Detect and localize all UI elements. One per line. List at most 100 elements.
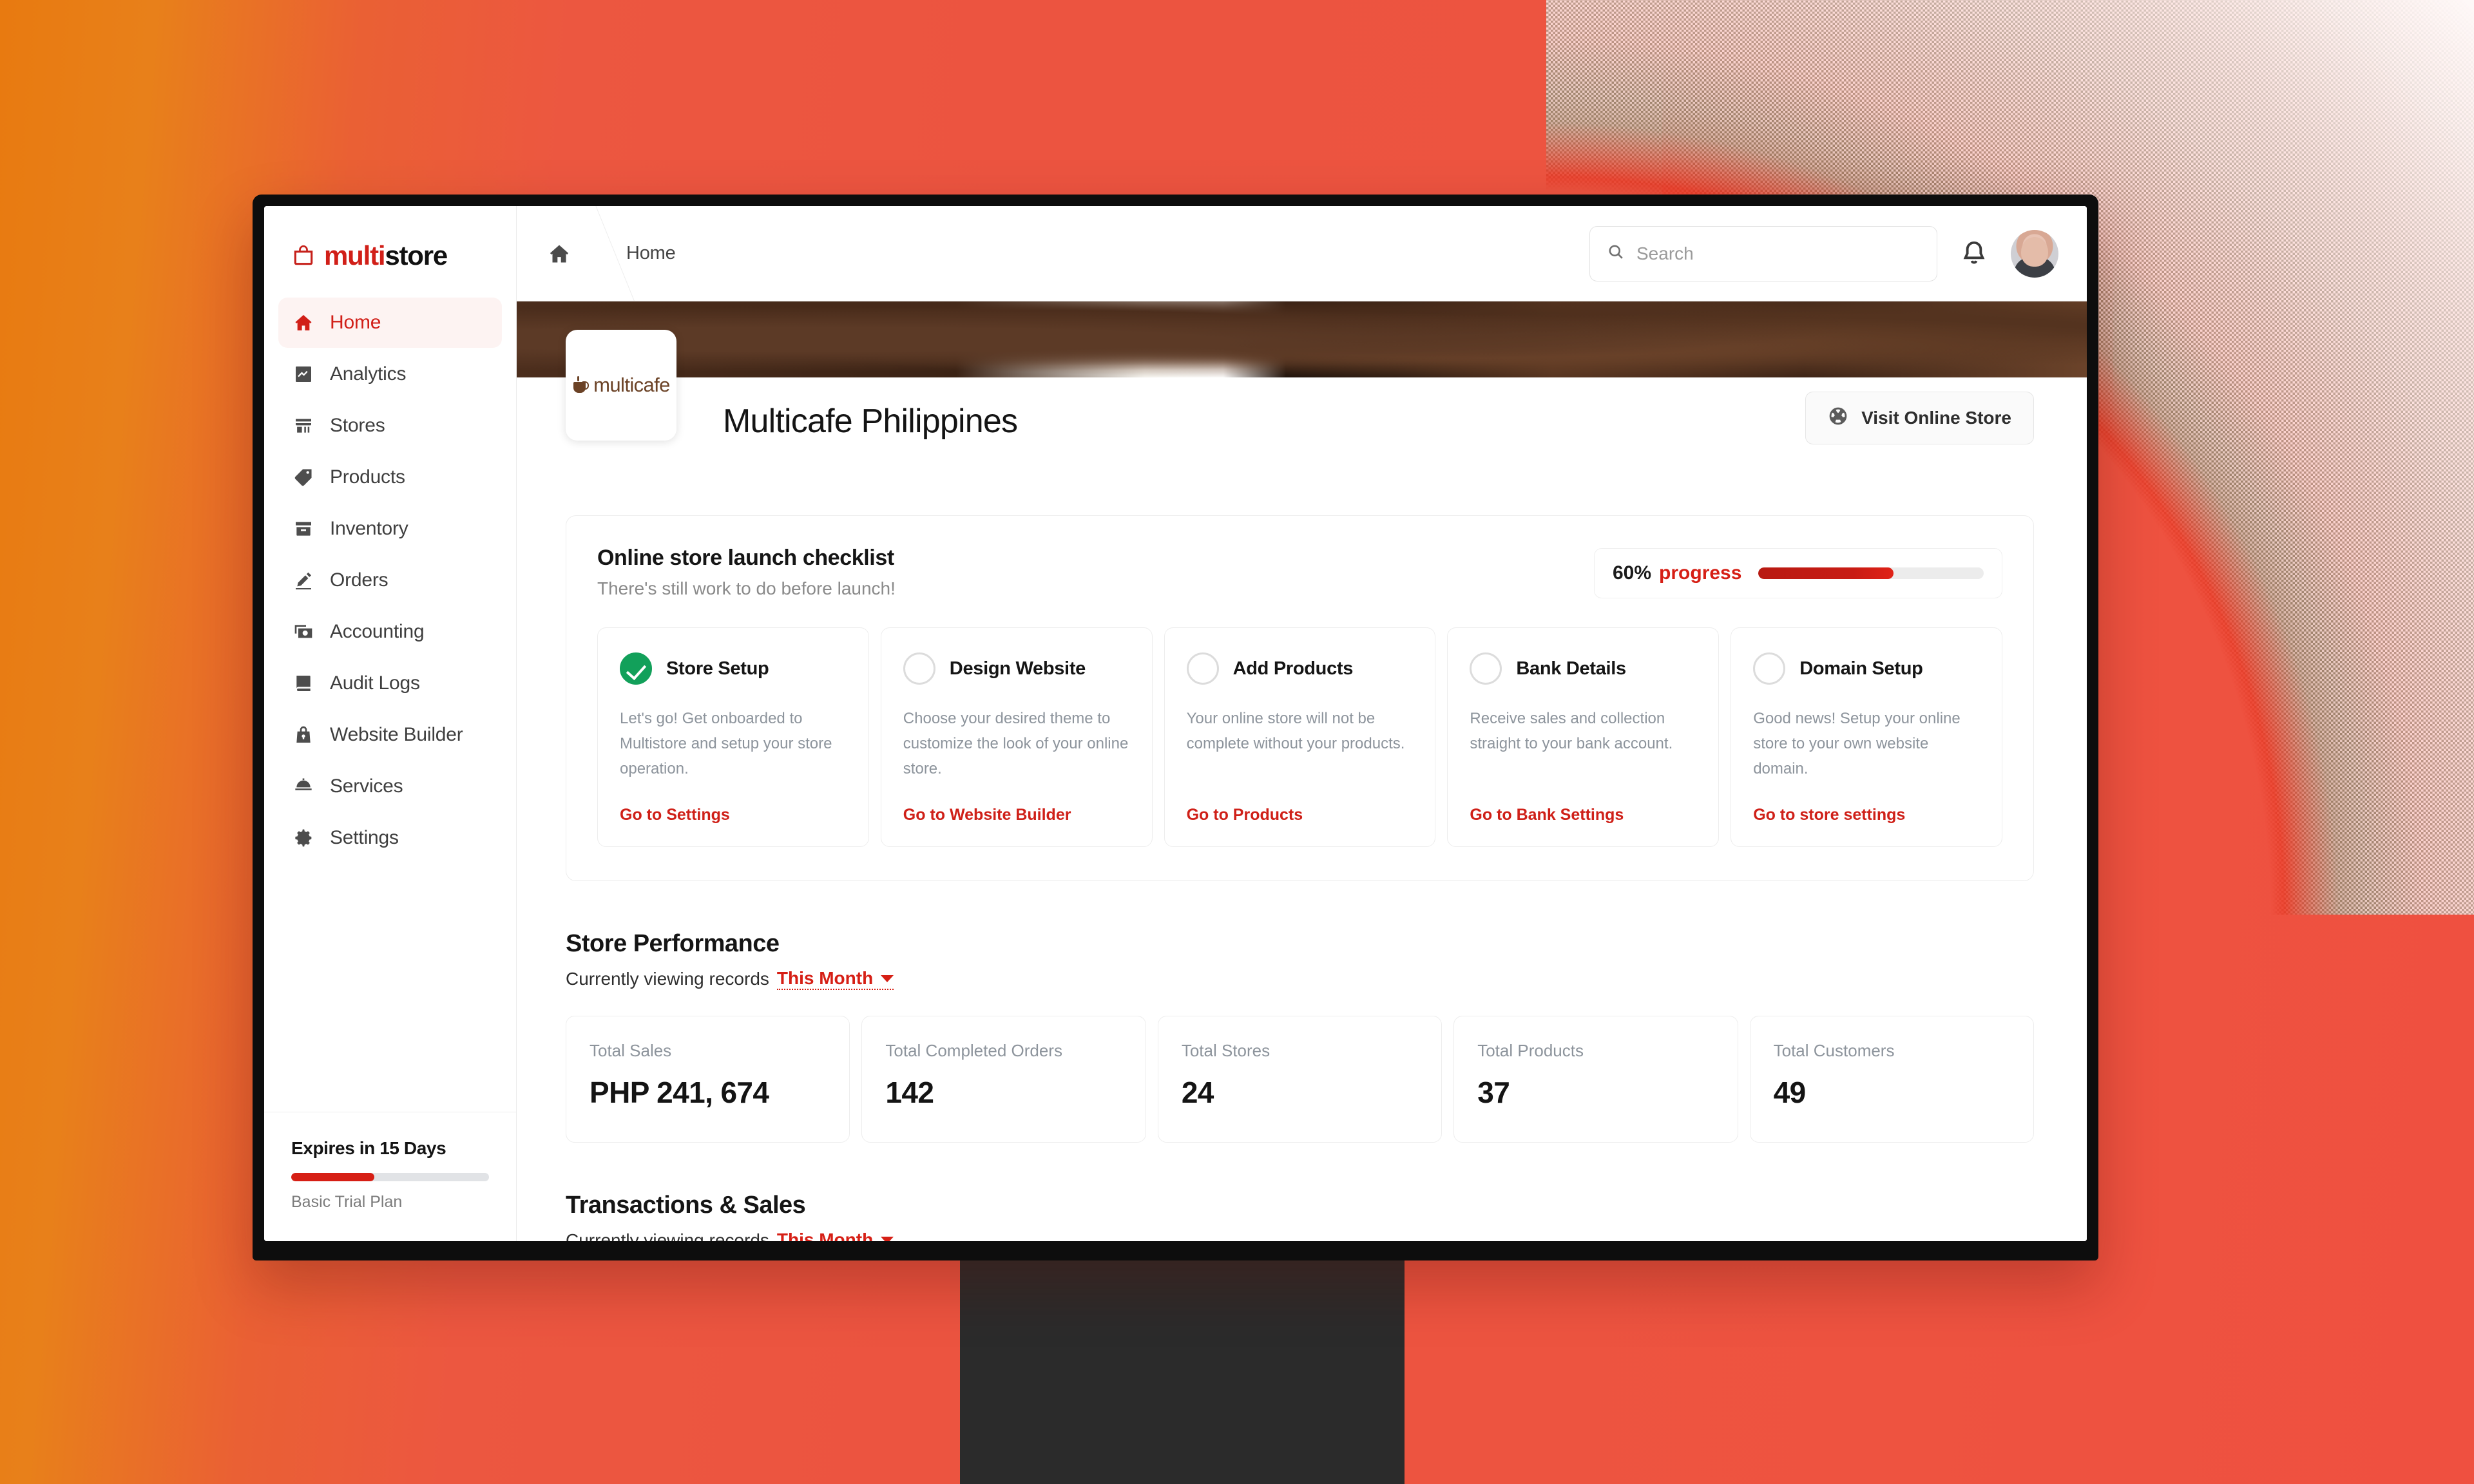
store-performance-filter[interactable]: This Month <box>776 968 894 990</box>
sidebar-item-audit-logs[interactable]: Audit Logs <box>278 658 502 709</box>
search-input[interactable] <box>1636 243 1920 264</box>
sidebar-item-orders[interactable]: Orders <box>278 555 502 605</box>
checklist-item-title: Store Setup <box>666 658 769 679</box>
empty-circle-icon[interactable] <box>903 652 935 685</box>
sidebar-item-products[interactable]: Products <box>278 452 502 502</box>
stat-label: Total Products <box>1477 1041 1584 1060</box>
check-circle-icon[interactable] <box>620 652 652 685</box>
checklist-item-title: Bank Details <box>1516 658 1626 679</box>
dome-icon <box>292 775 314 797</box>
checklist-item-title: Design Website <box>949 658 1086 679</box>
sidebar-item-label: Orders <box>330 569 388 591</box>
stat-value: 142 <box>885 1076 934 1109</box>
sidebar: multistore Home Analytics Stores Product… <box>264 206 517 1241</box>
checklist-item-link[interactable]: Go to Products <box>1187 806 1414 824</box>
page-title: Multicafe Philippines <box>723 403 1018 440</box>
trial-progress-bar <box>291 1173 489 1181</box>
stat-value: PHP 241, 674 <box>590 1076 769 1109</box>
filter-prefix: Currently viewing records <box>566 1230 769 1241</box>
stat-label: Total Customers <box>1773 1041 1895 1060</box>
stat-card-total-products: Total Products 37 <box>1453 1016 1738 1143</box>
checklist-item-desc: Choose your desired theme to customize t… <box>903 710 1129 777</box>
avatar[interactable] <box>2011 229 2058 278</box>
progress-label: progress <box>1659 562 1742 584</box>
checklist-item-domain-setup[interactable]: Domain Setup Good news! Setup your onlin… <box>1731 627 2002 847</box>
content-scroll[interactable]: multicafe Multicafe Philippines Visit On… <box>517 301 2087 1241</box>
progress-percent: 60% <box>1613 562 1652 584</box>
filter-value: This Month <box>776 968 874 988</box>
money-icon <box>292 621 314 643</box>
checklist-subtitle: There's still work to do before launch! <box>597 578 896 598</box>
visit-online-store-button[interactable]: Visit Online Store <box>1805 392 2034 444</box>
empty-circle-icon[interactable] <box>1186 652 1219 685</box>
sidebar-item-stores[interactable]: Stores <box>278 401 502 451</box>
empty-circle-icon[interactable] <box>1753 652 1786 685</box>
gear-icon <box>292 827 314 849</box>
sidebar-nav: Home Analytics Stores Products Inventory… <box>264 298 516 863</box>
stat-label: Total Completed Orders <box>885 1041 1062 1060</box>
sidebar-item-analytics[interactable]: Analytics <box>278 349 502 399</box>
checklist-item-title: Add Products <box>1232 658 1354 679</box>
chevron-down-icon <box>881 1236 894 1241</box>
sidebar-item-services[interactable]: Services <box>278 761 502 812</box>
store-performance-filter-row: Currently viewing records This Month <box>566 968 2034 990</box>
checklist-item-store-setup[interactable]: Store Setup Let's go! Get onboarded to M… <box>597 627 869 847</box>
progress-bar <box>1758 567 1984 579</box>
sidebar-item-label: Inventory <box>330 518 408 539</box>
tag-icon <box>292 466 314 488</box>
trial-plan-name: Basic Trial Plan <box>291 1193 403 1211</box>
checklist-item-link[interactable]: Go to store settings <box>1753 806 1980 824</box>
checklist-item-desc: Let's go! Get onboarded to Multistore an… <box>620 710 832 777</box>
monitor-frame: multistore Home Analytics Stores Product… <box>253 195 2098 1260</box>
store-performance-stats: Total Sales PHP 241, 674 Total Completed… <box>566 1016 2035 1143</box>
transactions-sales-filter[interactable]: This Month <box>777 1230 894 1241</box>
coffee-cup-icon <box>572 376 590 394</box>
topbar: Home <box>517 206 2087 301</box>
checklist-item-bank-details[interactable]: Bank Details Receive sales and collectio… <box>1447 627 1720 847</box>
breadcrumb-separator <box>588 206 622 301</box>
main-area: Home Search multicafe Multicafe Philippi… <box>517 206 2087 1241</box>
sidebar-item-label: Products <box>330 466 405 488</box>
sidebar-item-home[interactable]: Home <box>278 298 502 348</box>
checklist-header: Online store launch checklist There's st… <box>597 546 2002 599</box>
checklist-item-link[interactable]: Go to Website Builder <box>903 806 1130 824</box>
sidebar-item-inventory[interactable]: Inventory <box>278 504 502 554</box>
checklist-item-add-products[interactable]: Add Products Your online store will not … <box>1164 627 1436 847</box>
trial-expiry-text: Expires in 15 Days <box>291 1138 446 1158</box>
checklist-item-title: Domain Setup <box>1799 658 1923 679</box>
checklist-item-link[interactable]: Go to Bank Settings <box>1470 806 1696 824</box>
empty-circle-icon[interactable] <box>1470 652 1502 685</box>
stat-card-total-customers: Total Customers 49 <box>1749 1016 2035 1143</box>
checklist-progress: 60% progress <box>1594 548 2002 598</box>
checklist-item-desc: Your online store will not be complete w… <box>1186 710 1405 752</box>
brand-text-store: store <box>385 240 448 271</box>
sidebar-item-accounting[interactable]: Accounting <box>278 607 502 657</box>
sidebar-item-label: Accounting <box>330 621 425 642</box>
stat-value: 37 <box>1477 1076 1510 1109</box>
store-icon <box>292 415 314 437</box>
checklist-item-link[interactable]: Go to Settings <box>620 806 847 824</box>
home-icon[interactable] <box>548 242 571 265</box>
sidebar-item-label: Website Builder <box>330 724 463 745</box>
checklist-item-design-website[interactable]: Design Website Choose your desired theme… <box>880 627 1153 847</box>
bell-icon[interactable] <box>1959 239 1989 269</box>
stat-label: Total Sales <box>590 1041 672 1060</box>
sidebar-item-settings[interactable]: Settings <box>278 813 502 863</box>
sidebar-item-label: Services <box>330 775 403 797</box>
topbar-actions <box>1589 225 2058 281</box>
filter-prefix: Currently viewing records <box>566 969 769 989</box>
book-icon <box>292 672 314 694</box>
store-performance-section: Store Performance Currently viewing reco… <box>566 930 2035 1143</box>
brand-logo[interactable]: multistore <box>264 206 516 298</box>
store-logo: multicafe <box>566 330 676 441</box>
stat-value: 49 <box>1773 1076 1807 1109</box>
breadcrumb[interactable]: Home <box>626 243 676 264</box>
sidebar-item-website-builder[interactable]: Website Builder <box>278 710 502 760</box>
checklist-items: Store Setup Let's go! Get onboarded to M… <box>597 627 2002 847</box>
transactions-sales-section: Transactions & Sales Currently viewing r… <box>566 1192 2034 1241</box>
launch-checklist-card: Online store launch checklist There's st… <box>566 515 2034 881</box>
sidebar-item-label: Analytics <box>330 363 407 385</box>
screen: multistore Home Analytics Stores Product… <box>264 206 2087 1241</box>
brand-wordmark: multistore <box>324 240 448 271</box>
search-box[interactable] <box>1589 225 1937 281</box>
